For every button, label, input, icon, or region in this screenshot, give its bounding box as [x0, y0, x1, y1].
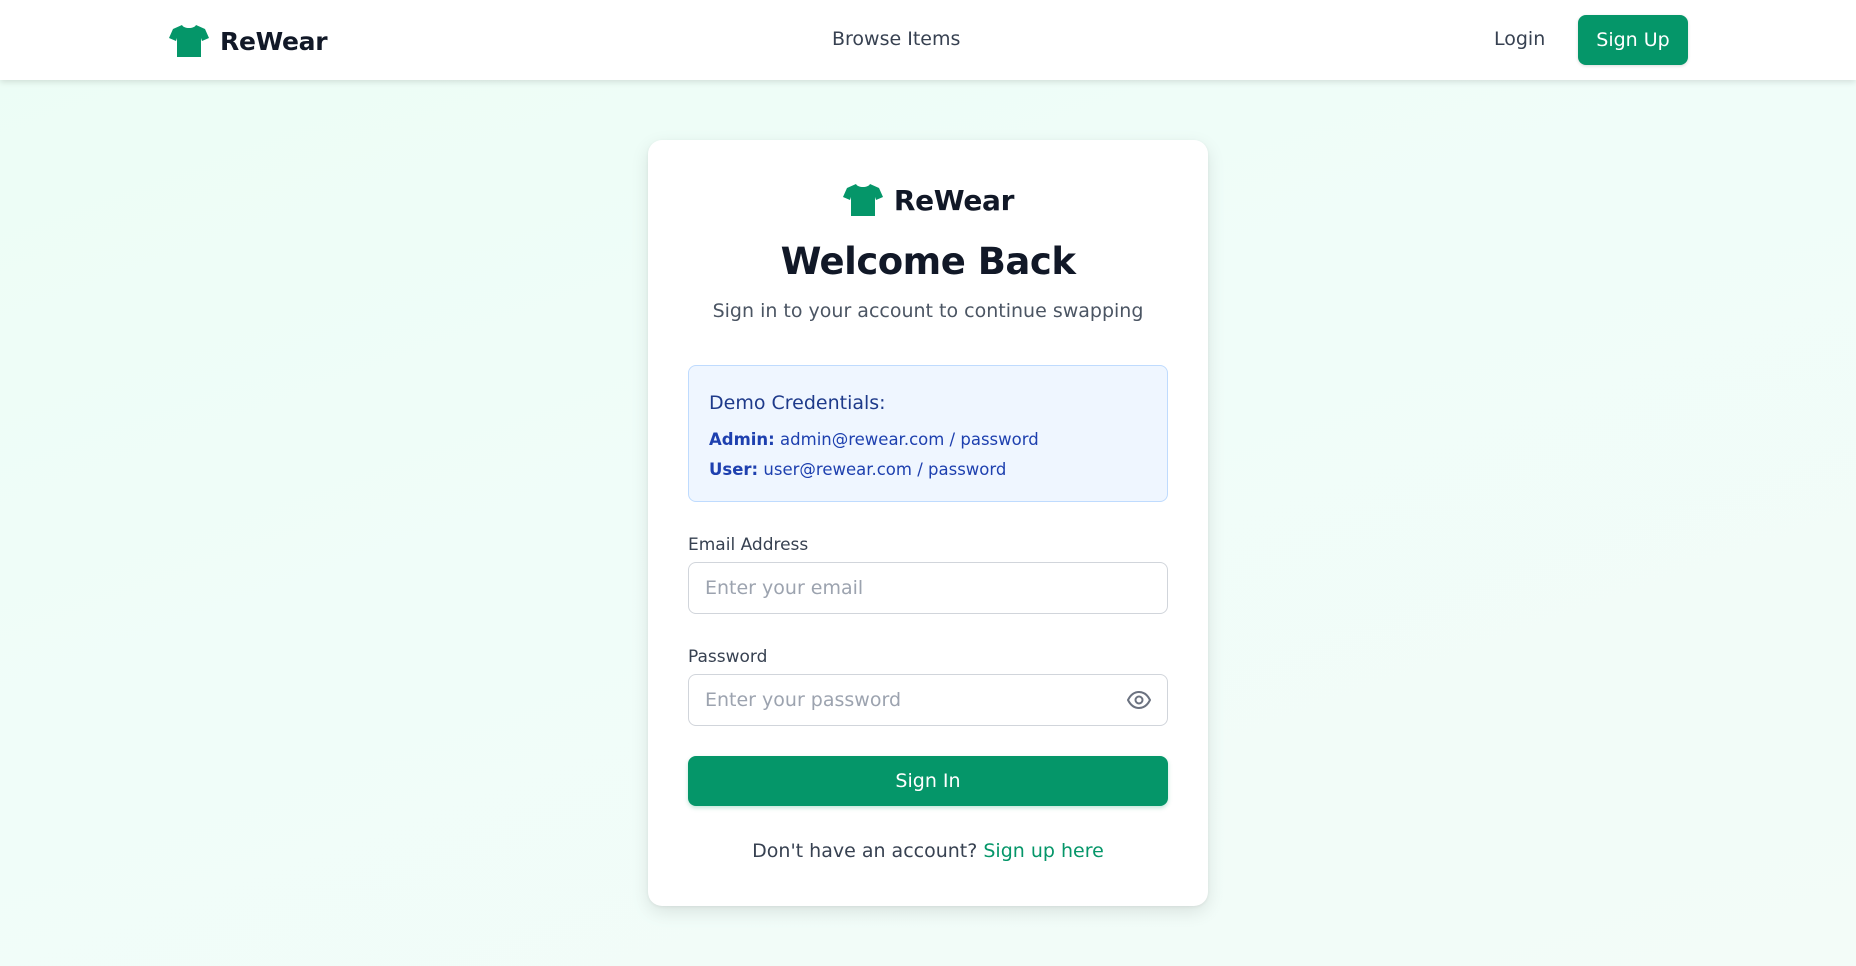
brand-name: ReWear	[220, 26, 328, 56]
demo-admin-line: Admin: admin@rewear.com / password	[709, 430, 1039, 449]
signup-link[interactable]: Sign up here	[983, 840, 1103, 862]
demo-credentials-box: Demo Credentials: Admin: admin@rewear.co…	[688, 365, 1168, 502]
email-label: Email Address	[688, 535, 809, 555]
nav-login[interactable]: Login	[1494, 28, 1545, 50]
signup-prompt: Don't have an account? Sign up here	[648, 840, 1208, 862]
demo-user-label: User:	[709, 460, 759, 479]
password-field[interactable]	[688, 674, 1168, 726]
signup-button[interactable]: Sign Up	[1578, 15, 1688, 65]
email-field[interactable]	[688, 562, 1168, 614]
nav-browse-items[interactable]: Browse Items	[832, 28, 960, 50]
password-label: Password	[688, 647, 768, 667]
demo-user-line: User: user@rewear.com / password	[709, 460, 1006, 479]
login-card: ReWear Welcome Back Sign in to your acco…	[648, 140, 1208, 906]
signup-prompt-text: Don't have an account?	[752, 840, 978, 862]
card-brand: ReWear	[648, 180, 1208, 220]
tshirt-icon	[169, 25, 209, 57]
card-brand-name: ReWear	[893, 183, 1015, 217]
tshirt-icon	[842, 184, 883, 216]
demo-admin-value: admin@rewear.com / password	[780, 430, 1039, 449]
demo-user-value: user@rewear.com / password	[763, 460, 1007, 479]
brand-logo[interactable]: ReWear	[168, 22, 328, 60]
demo-credentials-title: Demo Credentials:	[709, 392, 886, 414]
demo-admin-label: Admin:	[709, 430, 775, 449]
page-subtitle: Sign in to your account to continue swap…	[712, 300, 1144, 322]
sign-in-button[interactable]: Sign In	[688, 756, 1168, 806]
navbar: ReWear Browse Items Login Sign Up	[0, 0, 1856, 80]
eye-icon[interactable]	[1126, 688, 1152, 712]
page-title: Welcome Back	[780, 240, 1076, 283]
